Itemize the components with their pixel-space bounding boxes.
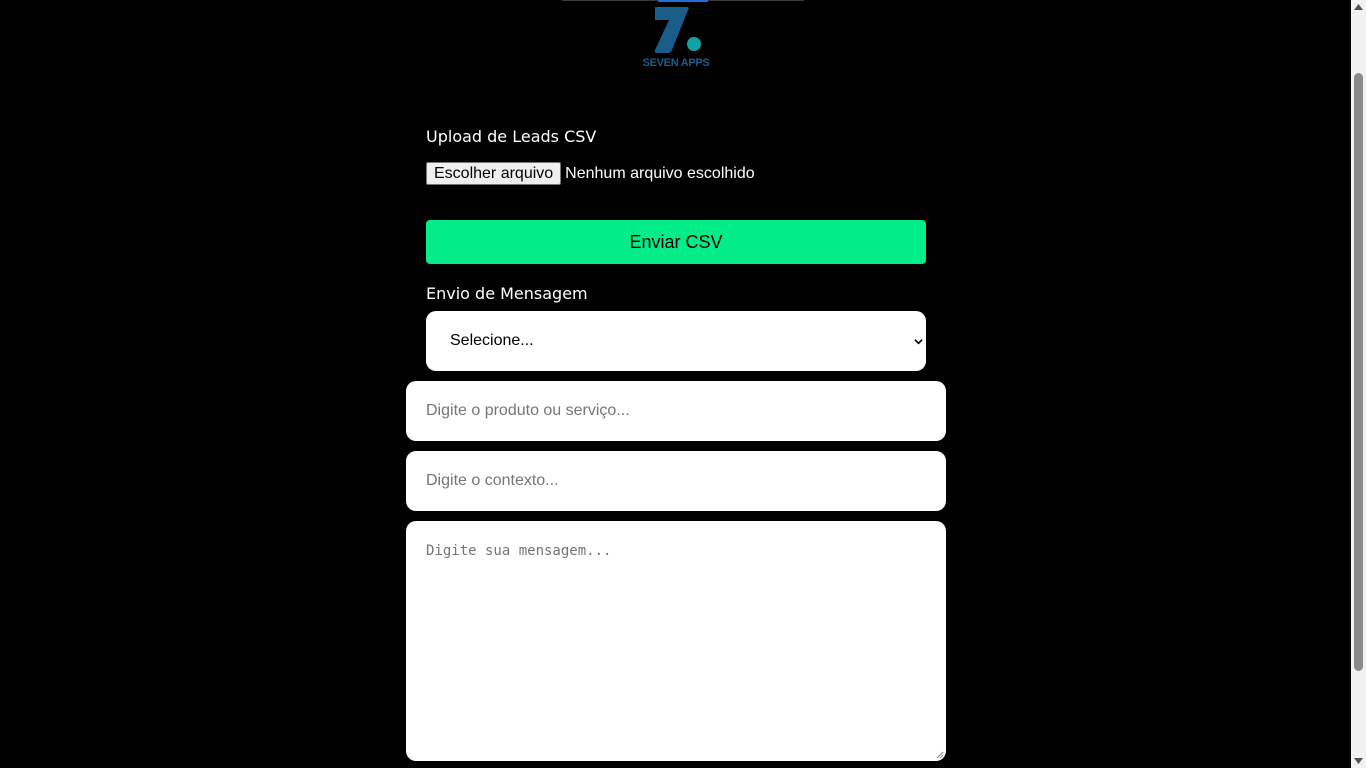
logo-text: SEVEN APPS (642, 57, 710, 69)
page: SEVEN APPS Upload de Leads CSV Escolher … (0, 0, 1351, 768)
message-type-select[interactable]: Selecione... (426, 311, 926, 371)
product-placeholder: Digite o produto ou serviço... (426, 402, 630, 419)
vertical-scrollbar[interactable] (1351, 0, 1366, 768)
select-value: Selecione... (450, 332, 534, 349)
upload-section-title: Upload de Leads CSV (426, 127, 597, 146)
choose-file-button[interactable]: Escolher arquivo (426, 162, 562, 185)
file-status-text: Nenhum arquivo escolhido (565, 164, 755, 182)
seven-apps-logo: SEVEN APPS (636, 4, 716, 72)
resize-handle-icon[interactable] (936, 751, 944, 759)
logo-mark-icon (654, 7, 701, 53)
arrow-down-icon[interactable] (1354, 758, 1363, 764)
message-placeholder: Digite sua mensagem... (426, 543, 612, 559)
context-placeholder: Digite o contexto... (426, 472, 559, 489)
scrollbar-thumb[interactable] (1354, 73, 1363, 671)
arrow-up-icon[interactable] (1354, 4, 1363, 10)
product-input[interactable]: Digite o produto ou serviço... (406, 381, 946, 441)
message-textarea[interactable]: Digite sua mensagem... (406, 521, 946, 761)
send-csv-button[interactable]: Enviar CSV (426, 220, 926, 264)
file-input[interactable]: Escolher arquivo Nenhum arquivo escolhid… (426, 162, 755, 185)
context-input[interactable]: Digite o contexto... (406, 451, 946, 511)
chevron-down-icon (914, 338, 923, 344)
top-divider-accent (658, 0, 708, 2)
message-section-title: Envio de Mensagem (426, 284, 588, 303)
